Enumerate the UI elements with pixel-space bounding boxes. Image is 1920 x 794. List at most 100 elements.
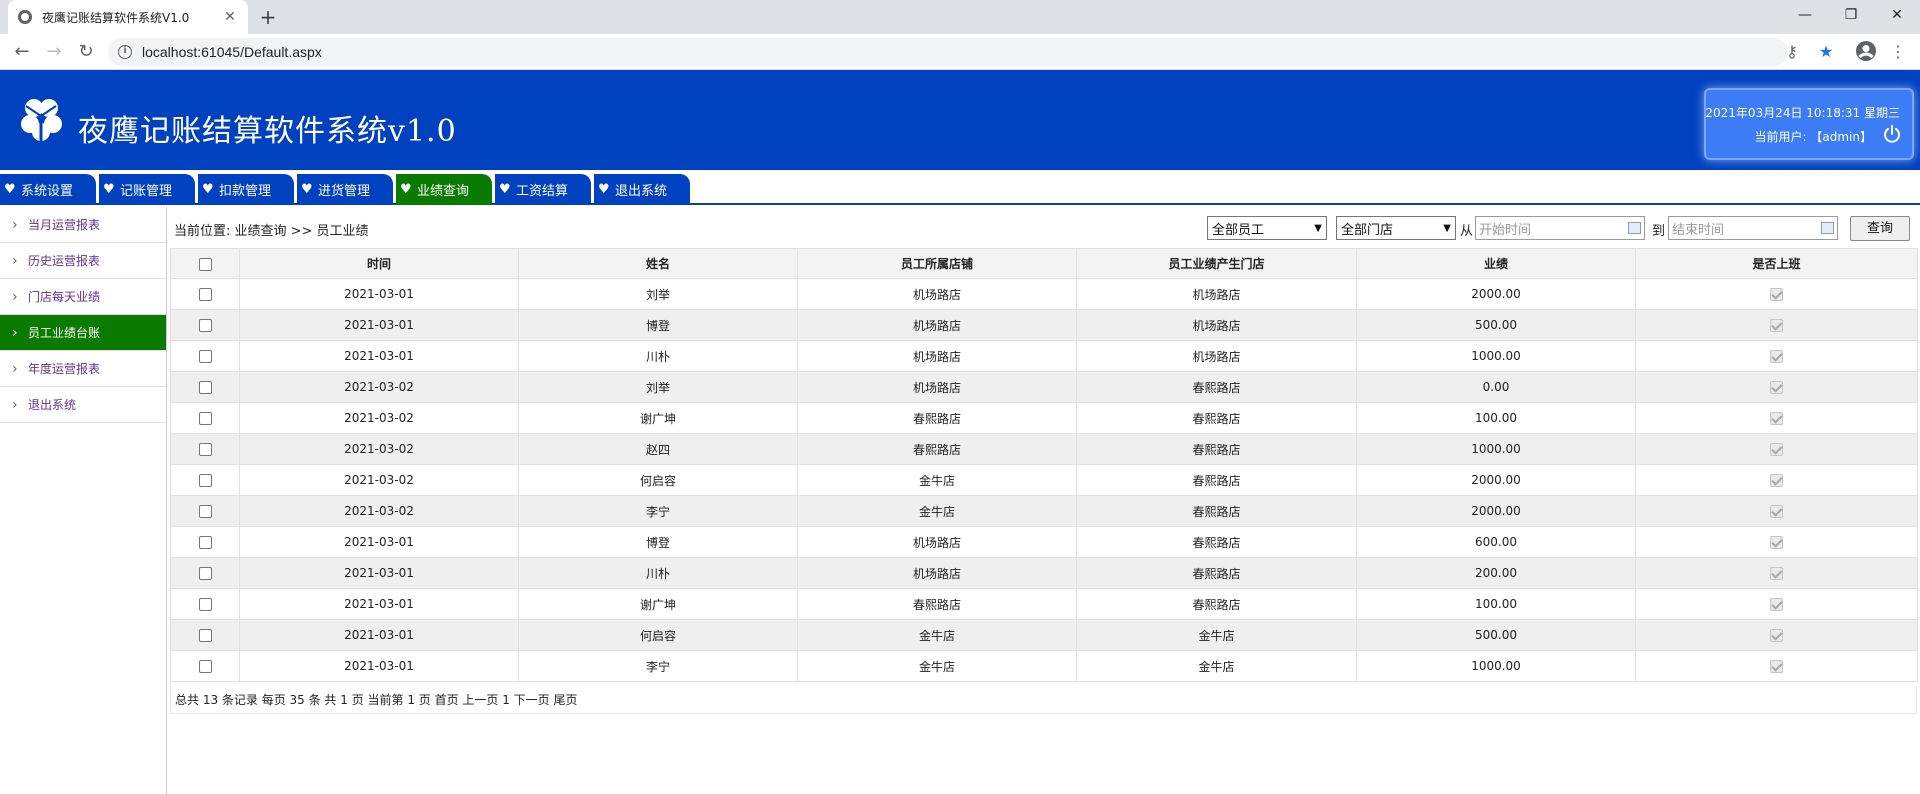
amount-cell: 200.00 (1356, 557, 1636, 589)
amount-cell: 0.00 (1356, 371, 1636, 403)
calendar-icon[interactable] (1821, 222, 1834, 234)
name-cell: 川朴 (518, 340, 798, 372)
column-header[interactable]: 业绩 (1356, 248, 1636, 279)
employee-select[interactable]: 全部员工 ▼ (1207, 216, 1327, 240)
power-icon[interactable] (1882, 124, 1902, 144)
sidebar-item-annual-report[interactable]: › 年度运营报表 (0, 351, 166, 387)
date-cell: 2021-03-02 (239, 402, 519, 434)
reload-icon[interactable]: ↻ (74, 40, 98, 64)
menu-tab-system-settings[interactable]: ♥ 系统设置 (0, 174, 96, 205)
date-cell: 2021-03-01 (239, 650, 519, 682)
date-cell: 2021-03-01 (239, 309, 519, 341)
row-checkbox[interactable] (198, 319, 212, 332)
row-checkbox[interactable] (198, 505, 212, 518)
home-store-cell: 金牛店 (797, 650, 1077, 682)
menu-tab-bookkeeping[interactable]: ♥ 记账管理 (99, 174, 195, 205)
sidebar-item-employee-ledger[interactable]: › 员工业绩台账 (0, 315, 166, 351)
browser-menu-icon[interactable]: ⋮ (1886, 40, 1910, 64)
name-cell: 赵四 (518, 433, 798, 465)
date-cell: 2021-03-01 (239, 526, 519, 558)
row-checkbox[interactable] (198, 381, 212, 394)
name-cell: 李宁 (518, 650, 798, 682)
menu-tab-payroll[interactable]: ♥ 工资结算 (495, 174, 591, 205)
store-select[interactable]: 全部门店 ▼ (1336, 216, 1456, 240)
clover-logo-icon (21, 99, 62, 142)
name-cell: 博登 (518, 526, 798, 558)
row-checkbox[interactable] (198, 288, 212, 301)
row-checkbox[interactable] (198, 412, 212, 425)
date-cell: 2021-03-02 (239, 371, 519, 403)
minimize-button[interactable]: — (1782, 0, 1828, 30)
column-header[interactable]: 是否上班 (1635, 248, 1918, 279)
globe-icon (18, 10, 32, 24)
row-checkbox[interactable] (198, 443, 212, 456)
column-header[interactable]: 姓名 (518, 248, 798, 279)
restore-button[interactable]: ❐ (1828, 0, 1874, 30)
menu-tab-logout[interactable]: ♥ 退出系统 (594, 174, 690, 205)
name-cell: 李宁 (518, 495, 798, 527)
attendance-checkbox (1770, 536, 1783, 549)
amount-cell: 1000.00 (1356, 340, 1636, 372)
current-datetime: 2021年03月24日 10:18:31 星期三 (1705, 106, 1900, 120)
sidebar: › 当月运营报表 › 历史运营报表 › 门店每天业绩 › 员工业绩台账 › 年度运营报表 … (0, 207, 167, 794)
select-all-checkbox[interactable] (198, 257, 212, 271)
home-store-cell: 机场路店 (797, 371, 1077, 403)
sales-store-cell: 金牛店 (1076, 619, 1357, 651)
sidebar-item-monthly-report[interactable]: › 当月运营报表 (0, 207, 166, 243)
row-checkbox[interactable] (198, 629, 212, 642)
amount-cell: 100.00 (1356, 402, 1636, 434)
sales-store-cell: 春熙路店 (1076, 588, 1357, 620)
calendar-icon[interactable] (1628, 222, 1641, 234)
key-icon[interactable]: ⚷ (1780, 40, 1804, 64)
table-header-row: 时间 姓名 员工所属店铺 员工业绩产生门店 业绩 是否上班 (170, 248, 1918, 279)
table-row: 2021-03-01 川朴 机场路店 春熙路店 200.00 (170, 557, 1918, 589)
pagination[interactable]: 总共 13 条记录 每页 35 条 共 1 页 当前第 1 页 首页 上一页 1… (170, 686, 1917, 714)
sidebar-item-store-daily[interactable]: › 门店每天业绩 (0, 279, 166, 315)
to-label: 到 (1652, 224, 1666, 239)
bookmark-star-icon[interactable]: ★ (1814, 40, 1838, 64)
tab-close-icon[interactable]: ✕ (222, 9, 238, 25)
chevron-down-icon: ▼ (1314, 222, 1322, 234)
attendance-checkbox (1770, 505, 1783, 518)
menu-tab-purchasing[interactable]: ♥ 进货管理 (297, 174, 393, 205)
heart-icon: ♥ (598, 182, 610, 197)
row-checkbox[interactable] (198, 598, 212, 611)
site-info-icon[interactable]: i (118, 45, 132, 59)
window-close-button[interactable]: ✕ (1874, 0, 1920, 30)
forward-icon[interactable]: → (42, 40, 66, 64)
sidebar-item-logout[interactable]: › 退出系统 (0, 387, 166, 423)
current-user: 当前用户: 【admin】 (1754, 130, 1872, 144)
row-checkbox[interactable] (198, 567, 212, 580)
home-store-cell: 金牛店 (797, 495, 1077, 527)
row-checkbox[interactable] (198, 474, 212, 487)
start-date-input[interactable]: 开始时间 (1475, 216, 1645, 240)
menu-tab-deductions[interactable]: ♥ 扣款管理 (198, 174, 294, 205)
browser-tab[interactable]: 夜鹰记账结算软件系统V1.0 ✕ (8, 0, 248, 34)
name-cell: 谢广坤 (518, 402, 798, 434)
row-checkbox[interactable] (198, 660, 212, 673)
row-checkbox[interactable] (198, 350, 212, 363)
date-cell: 2021-03-02 (239, 433, 519, 465)
home-store-cell: 春熙路店 (797, 433, 1077, 465)
name-cell: 何启容 (518, 464, 798, 496)
row-checkbox[interactable] (198, 536, 212, 549)
new-tab-button[interactable]: + (256, 5, 280, 29)
attendance-checkbox (1770, 567, 1783, 580)
sales-store-cell: 春熙路店 (1076, 557, 1357, 589)
back-icon[interactable]: ← (10, 40, 34, 64)
end-date-input[interactable]: 结束时间 (1668, 216, 1838, 240)
column-header[interactable]: 员工业绩产生门店 (1076, 248, 1357, 279)
menu-tab-performance[interactable]: ♥ 业绩查询 (396, 174, 492, 205)
main-menu: ♥ 系统设置 ♥ 记账管理 ♥ 扣款管理 ♥ 进货管理 ♥ 业绩查询 ♥ 工资结算 ♥ 退出系… (0, 170, 1920, 205)
date-cell: 2021-03-02 (239, 464, 519, 496)
table-row: 2021-03-01 刘举 机场路店 机场路店 2000.00 (170, 278, 1918, 310)
attendance-checkbox (1770, 660, 1783, 673)
column-header[interactable]: 时间 (239, 248, 519, 279)
query-button[interactable]: 查询 (1850, 216, 1910, 241)
url-bar[interactable]: i localhost:61045/Default.aspx (108, 38, 1788, 66)
heart-icon: ♥ (4, 182, 16, 197)
name-cell: 刘举 (518, 371, 798, 403)
column-header[interactable]: 员工所属店铺 (797, 248, 1077, 279)
sidebar-item-history-report[interactable]: › 历史运营报表 (0, 243, 166, 279)
profile-icon[interactable] (1854, 40, 1878, 64)
